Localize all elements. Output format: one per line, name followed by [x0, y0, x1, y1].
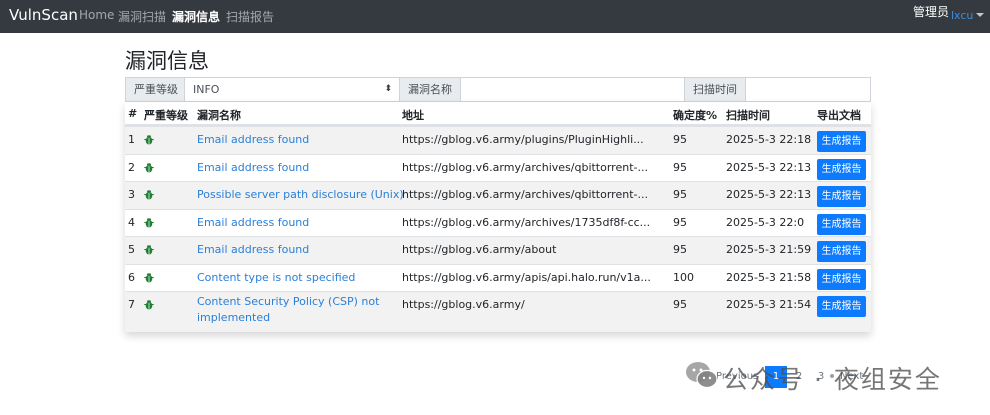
row-index: 3: [128, 188, 135, 201]
vuln-name-link[interactable]: Email address found: [197, 243, 309, 256]
row-index: 1: [128, 133, 135, 146]
generate-report-button[interactable]: 生成报告: [817, 296, 866, 317]
page-title: 漏洞信息: [125, 49, 209, 73]
confidence-value: 100: [673, 271, 694, 284]
table-row: 1 Email address found https://gblog.v6.arm…: [125, 126, 871, 154]
nav-link-vuln-scan[interactable]: 漏洞扫描: [118, 8, 166, 25]
row-index: 5: [128, 243, 135, 256]
severity-select-value: INFO: [193, 83, 220, 96]
name-filter-label: 漏洞名称: [399, 77, 461, 102]
vuln-name-link[interactable]: Content type is not specified: [197, 271, 355, 284]
vuln-name-link[interactable]: Possible server path disclosure (Unix): [197, 188, 404, 201]
scan-time-input[interactable]: [745, 77, 871, 102]
confidence-value: 95: [673, 243, 687, 256]
table-row: 3 Possible server path disclosure (Unix) h…: [125, 181, 871, 209]
nav-link-scan-report[interactable]: 扫描报告: [226, 8, 274, 25]
vuln-name-link[interactable]: Email address found: [197, 216, 309, 229]
navbar: VulnScan Home 漏洞扫描 漏洞信息 扫描报告 管理员 lxcu: [0, 0, 990, 33]
scan-time-value: 2025-5-3 22:13: [726, 161, 812, 174]
table-header: # 严重等级 漏洞名称 地址 确定度% 扫描时间 导出文档: [125, 102, 871, 126]
table-row: 5 Email address found https://gblog.v6.arm…: [125, 236, 871, 264]
table-row: 6 Content type is not specified https://gb…: [125, 264, 871, 291]
vuln-name-link[interactable]: Email address found: [197, 161, 309, 174]
vuln-table: # 严重等级 漏洞名称 地址 确定度% 扫描时间 导出文档 1 Email add…: [125, 102, 871, 332]
vuln-address: https://gblog.v6.army/archives/qbittorre…: [402, 161, 648, 174]
confidence-value: 95: [673, 298, 687, 311]
scan-time-value: 2025-5-3 21:54: [726, 298, 812, 311]
vuln-address: https://gblog.v6.army/archives/qbittorre…: [402, 188, 648, 201]
table-row: 2 Email address found https://gblog.v6.arm…: [125, 154, 871, 181]
col-header-export: 导出文档: [817, 109, 861, 122]
bug-icon: [144, 163, 154, 173]
generate-report-button[interactable]: 生成报告: [817, 159, 866, 180]
bug-icon: [144, 300, 154, 310]
wechat-logo-icon: [686, 362, 718, 389]
time-filter-label: 扫描时间: [684, 77, 746, 102]
generate-report-button[interactable]: 生成报告: [817, 241, 866, 262]
table-row: 4 Email address found https://gblog.v6.arm…: [125, 209, 871, 236]
vuln-address: https://gblog.v6.army/: [402, 298, 525, 311]
severity-select[interactable]: INFO ⬍: [184, 77, 400, 102]
col-header-index: #: [128, 107, 138, 120]
vuln-address: https://gblog.v6.army/plugins/PluginHigh…: [402, 133, 644, 146]
nav-link-vuln-info[interactable]: 漏洞信息: [172, 8, 220, 25]
col-header-name: 漏洞名称: [197, 109, 241, 122]
bug-icon: [144, 190, 154, 200]
filter-bar: 严重等级 INFO ⬍ 漏洞名称 扫描时间: [125, 77, 871, 102]
vuln-address: https://gblog.v6.army/apis/api.halo.run/…: [402, 271, 651, 284]
nav-link-home[interactable]: Home: [79, 8, 114, 22]
generate-report-button[interactable]: 生成报告: [817, 131, 866, 152]
col-header-address: 地址: [402, 109, 424, 122]
watermark-text: 公众号 · 夜组安全: [723, 365, 942, 394]
select-arrows-icon: ⬍: [384, 84, 392, 94]
user-role-label: 管理员: [913, 5, 950, 19]
vuln-address: https://gblog.v6.army/archives/1735df8f-…: [402, 216, 651, 229]
bug-icon: [144, 218, 154, 228]
severity-filter-label: 严重等级: [125, 77, 185, 102]
vuln-name-link[interactable]: Email address found: [197, 133, 309, 146]
generate-report-button[interactable]: 生成报告: [817, 269, 866, 290]
bug-icon: [144, 245, 154, 255]
confidence-value: 95: [673, 216, 687, 229]
row-index: 6: [128, 271, 135, 284]
col-header-time: 扫描时间: [726, 109, 770, 122]
bug-icon: [144, 273, 154, 283]
scan-time-value: 2025-5-3 21:58: [726, 271, 812, 284]
scan-time-value: 2025-5-3 22:13: [726, 188, 812, 201]
confidence-value: 95: [673, 188, 687, 201]
scan-time-value: 2025-5-3 22:18: [726, 133, 812, 146]
caret-down-icon[interactable]: [976, 13, 984, 17]
brand-logo-text[interactable]: VulnScan: [9, 6, 78, 24]
confidence-value: 95: [673, 133, 687, 146]
row-index: 7: [128, 298, 135, 311]
user-menu-toggle[interactable]: lxcu: [951, 9, 973, 22]
vuln-name-link[interactable]: Content Security Policy (CSP) not implem…: [197, 294, 387, 326]
scan-time-value: 2025-5-3 21:59: [726, 243, 812, 256]
scan-time-value: 2025-5-3 22:0: [726, 216, 805, 229]
col-header-severity: 严重等级: [144, 109, 188, 122]
row-index: 4: [128, 216, 135, 229]
bug-icon: [144, 135, 154, 145]
generate-report-button[interactable]: 生成报告: [817, 214, 866, 235]
confidence-value: 95: [673, 161, 687, 174]
col-header-confidence: 确定度%: [673, 109, 718, 122]
row-index: 2: [128, 161, 135, 174]
vuln-name-input[interactable]: [460, 77, 685, 102]
table-row: 7 Content Security Policy (CSP) not imple…: [125, 291, 871, 332]
generate-report-button[interactable]: 生成报告: [817, 186, 866, 207]
vuln-address: https://gblog.v6.army/about: [402, 243, 557, 256]
